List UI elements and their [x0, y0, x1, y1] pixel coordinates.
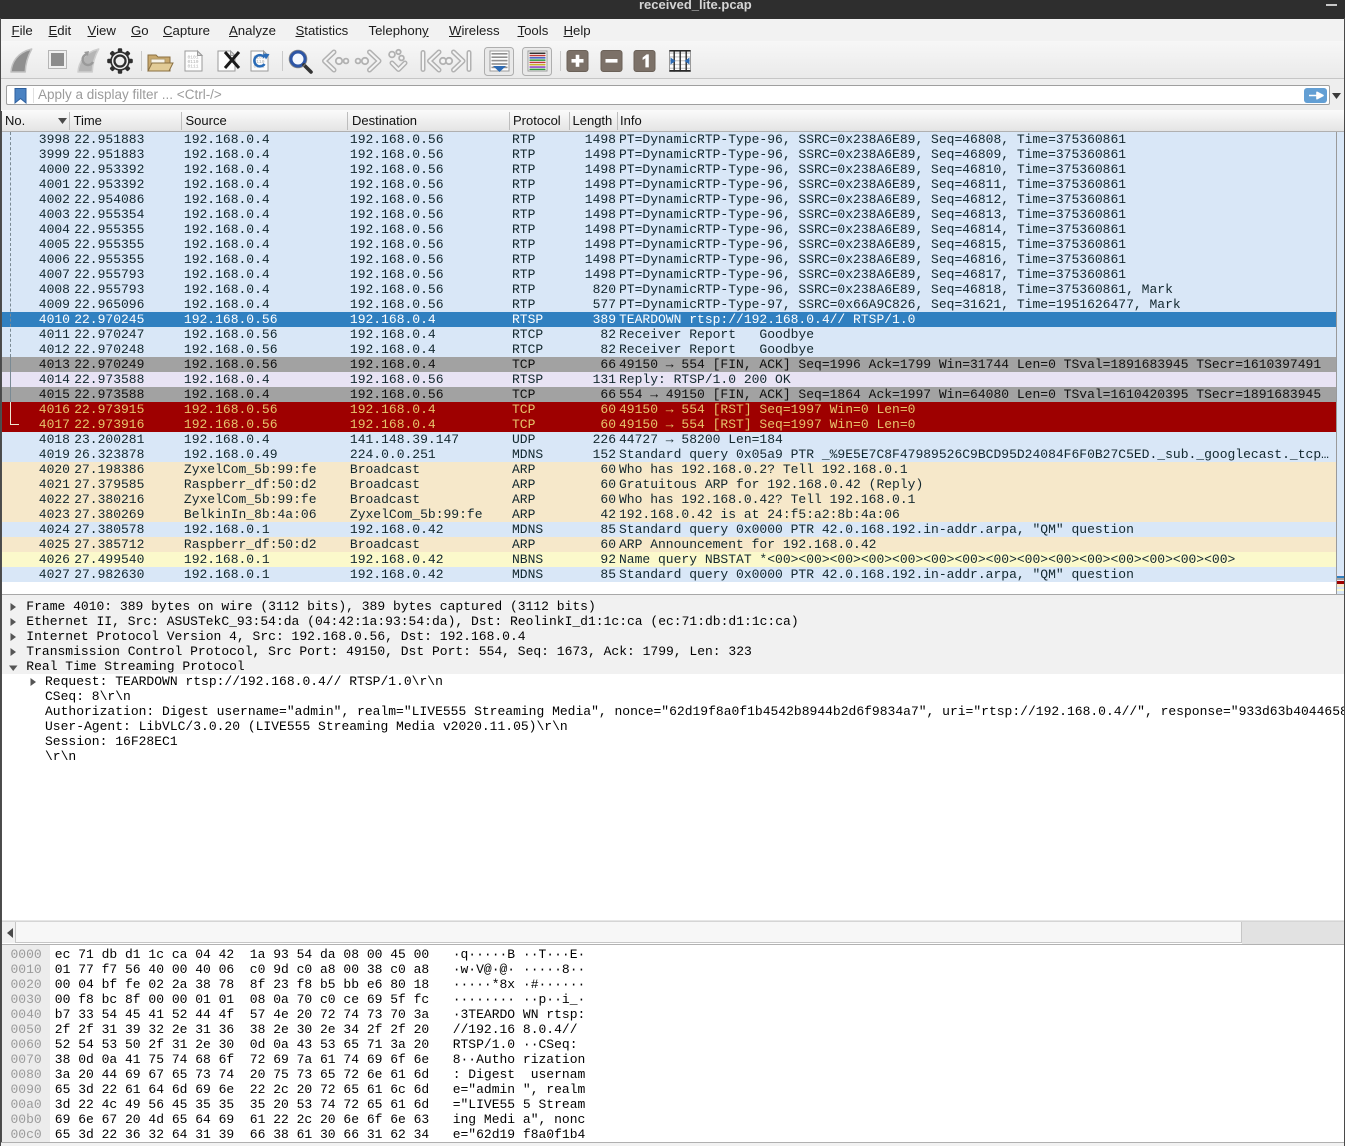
svg-text:0111: 0111 [188, 64, 199, 70]
